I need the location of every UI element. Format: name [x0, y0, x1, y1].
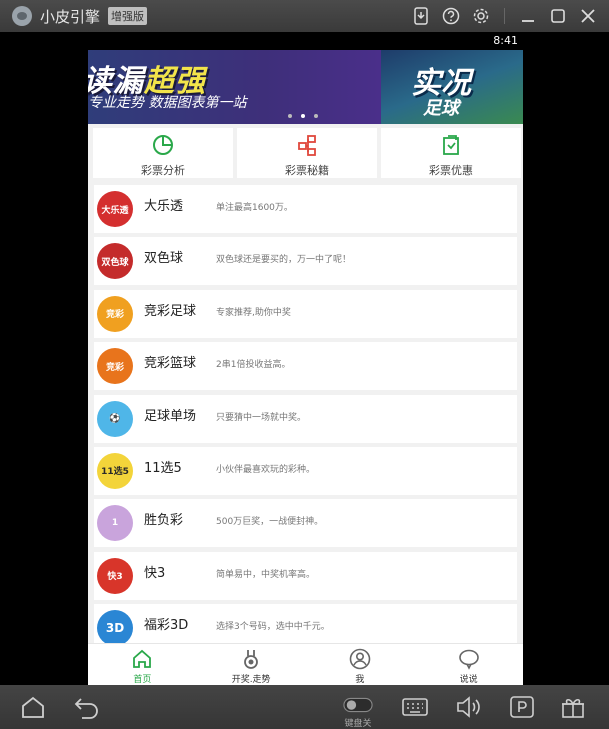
lottery-row-basketball[interactable]: 竞彩 竞彩篮球 2串1倍投收益高。 [94, 342, 517, 391]
banner-subtitle: 专业走势 数据图表第一站 [88, 95, 247, 111]
quick-lottery-offers[interactable]: 彩票优惠 [381, 128, 521, 178]
carousel-dot [314, 114, 318, 118]
daletou-logo-icon: 大乐透 [97, 191, 133, 227]
lottery-row-11x5[interactable]: 11选5 11选5 小伙伴最喜欢玩的彩种。 [94, 446, 517, 495]
tab-home[interactable]: 首页 [88, 644, 197, 685]
lottery-desc: 简单易中，中奖机率高。 [216, 569, 316, 580]
edition-badge: 增强版 [108, 7, 148, 25]
minimize-icon[interactable] [515, 3, 541, 29]
lottery-row-daletou[interactable]: 大乐透 大乐透 单注最高1600万。 [94, 185, 517, 233]
quick-lottery-analysis[interactable]: 彩票分析 [93, 128, 233, 178]
3d-logo-icon: 3D [97, 610, 133, 647]
lottery-name: 竞彩足球 [144, 303, 197, 319]
quick-label: 彩票秘籍 [285, 164, 329, 177]
chat-bubble-icon [458, 649, 479, 670]
lottery-desc: 选择3个号码，选中中千元。 [216, 622, 330, 633]
home-icon[interactable] [18, 693, 48, 721]
carousel-dot-active [301, 114, 305, 118]
bag-icon [443, 135, 459, 155]
keyboard-icon[interactable] [400, 693, 430, 721]
app-screen: 读漏超强 专业走势 数据图表第一站 实况 足球 彩票分析 彩票秘籍 彩票优惠 大… [88, 50, 523, 685]
maximize-icon[interactable] [545, 3, 571, 29]
quick-lottery-tips[interactable]: 彩票秘籍 [237, 128, 377, 178]
lottery-name: 双色球 [144, 251, 184, 267]
lottery-desc: 专家推荐,助你中奖 [216, 307, 291, 318]
lottery-desc: 小伙伴最喜欢玩的彩种。 [216, 464, 316, 475]
carousel-indicator [288, 114, 318, 118]
status-clock: 8:41 [493, 34, 518, 47]
lottery-desc: 2串1倍投收益高。 [216, 360, 291, 371]
lottery-name: 大乐透 [144, 199, 184, 214]
lottery-row-football[interactable]: 竞彩 竞彩足球 专家推荐,助你中奖 [94, 289, 517, 338]
lottery-desc: 双色球还是要买的，万一中了呢！ [216, 255, 352, 266]
tab-label: 开奖.走势 [231, 675, 271, 685]
lottery-row-shengfucai[interactable]: 1 胜负彩 500万巨奖，一战便封神。 [94, 499, 517, 548]
app-logo-icon [12, 6, 32, 26]
lottery-list: 大乐透 大乐透 单注最高1600万。 双色球 双色球 双色球还是要买的，万一中了… [94, 185, 517, 657]
emulator-title-bar: 小皮引擎 增强版 [0, 0, 609, 32]
gift-icon[interactable] [558, 693, 588, 721]
lottery-desc: 只要猜中一场就中奖。 [216, 412, 307, 423]
basketball-logo-icon: 竞彩 [97, 348, 133, 385]
lottery-desc: 500万巨奖，一战便封神。 [216, 517, 324, 528]
volume-icon[interactable] [454, 693, 484, 721]
keyboard-toggle-icon[interactable] [343, 691, 373, 719]
keyboard-toggle-label: 键盘关 [344, 719, 372, 729]
pie-chart-icon [153, 135, 173, 155]
lottery-name: 竞彩篮球 [144, 356, 197, 372]
11x5-logo-icon: 11选5 [97, 452, 133, 489]
tab-talk[interactable]: 说说 [414, 644, 523, 685]
lottery-name: 福彩3D [144, 618, 189, 634]
football-logo-icon: 竞彩 [97, 295, 133, 332]
medal-icon [244, 650, 259, 669]
p-mode-icon[interactable] [507, 693, 537, 721]
kuai3-logo-icon: 快3 [97, 557, 133, 594]
screenshot-icon[interactable] [408, 3, 434, 29]
lottery-name: 胜负彩 [144, 513, 184, 529]
close-icon[interactable] [575, 3, 601, 29]
network-icon [298, 135, 316, 156]
divider [504, 8, 505, 24]
lottery-desc: 单注最高1600万。 [216, 203, 293, 213]
status-bar: 8:41 [0, 32, 609, 50]
banner-carousel[interactable]: 读漏超强 专业走势 数据图表第一站 实况 足球 [88, 50, 523, 124]
lottery-name: 足球单场 [144, 408, 197, 424]
shuangseqiu-logo-icon: 双色球 [97, 243, 133, 280]
lottery-name: 快3 [144, 565, 166, 581]
lottery-row-shuangseqiu[interactable]: 双色球 双色球 双色球还是要买的，万一中了呢！ [94, 237, 517, 286]
lottery-row-single-match[interactable]: ⚽ 足球单场 只要猜中一场就中奖。 [94, 394, 517, 443]
back-arrow-icon[interactable] [72, 693, 102, 721]
carousel-dot [288, 114, 292, 118]
banner-slide-football[interactable]: 实况 足球 [381, 50, 523, 124]
tab-draw-trend[interactable]: 开奖.走势 [197, 644, 306, 685]
emulator-bottom-bar: 键盘关 [0, 685, 609, 729]
quick-label: 彩票分析 [141, 164, 185, 177]
quick-label: 彩票优惠 [429, 164, 473, 177]
help-icon[interactable] [438, 3, 464, 29]
soccer-ball-icon: ⚽ [97, 400, 133, 437]
app-title: 小皮引擎 [40, 7, 101, 26]
lottery-name: 11选5 [144, 460, 182, 476]
medal-badge-icon: 1 [97, 505, 133, 542]
quick-entry-bar: 彩票分析 彩票秘籍 彩票优惠 [93, 128, 523, 178]
user-icon [349, 648, 371, 670]
tab-label: 我 [355, 675, 365, 685]
banner-slide-data[interactable]: 读漏超强 专业走势 数据图表第一站 [88, 50, 381, 124]
tab-label: 说说 [459, 675, 478, 685]
settings-gear-icon[interactable] [468, 3, 494, 29]
tab-label: 首页 [133, 675, 152, 685]
lottery-row-kuai3[interactable]: 快3 快3 简单易中，中奖机率高。 [94, 551, 517, 600]
tab-me[interactable]: 我 [306, 644, 415, 685]
home-icon [133, 649, 152, 668]
bottom-tab-bar: 首页 开奖.走势 我 说说 [88, 643, 523, 685]
banner2-subtitle: 足球 [423, 98, 459, 119]
